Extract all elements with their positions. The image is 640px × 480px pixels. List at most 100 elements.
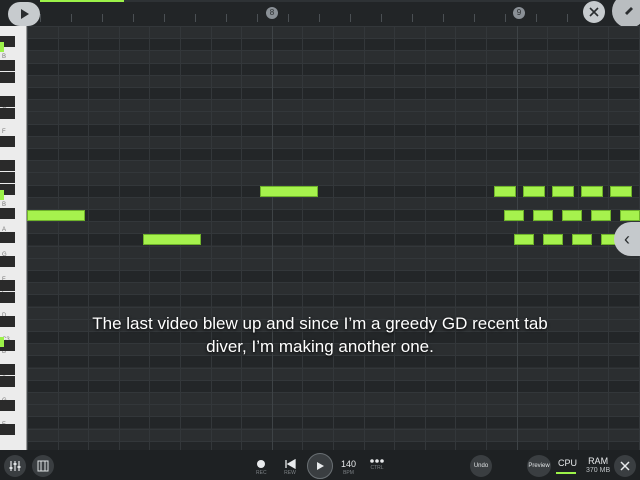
caption-line-2: diver, I’m making another one. [206,337,434,356]
black-key[interactable] [0,60,15,71]
piano-settings-button[interactable] [32,455,54,477]
record-button[interactable]: REC [256,459,267,476]
ram-value: 370 MB [586,467,611,474]
black-key[interactable] [0,208,15,219]
octave-marker [0,190,4,200]
ruler-tick [381,14,382,22]
song-progress-fill [40,0,124,2]
note-block[interactable] [533,210,553,221]
black-key[interactable] [0,72,15,83]
transport-play-button[interactable] [307,453,333,479]
black-key[interactable] [0,376,15,387]
ruler-tick [164,14,165,22]
piano-roll-grid[interactable] [27,26,640,450]
black-key[interactable] [0,280,15,291]
black-key[interactable] [0,256,15,267]
note-block[interactable] [620,210,640,221]
tempo-unit: BPM [343,470,354,476]
ruler-tick [133,14,134,22]
timeline-marker-9[interactable]: 9 [513,7,525,19]
note-block[interactable] [610,186,632,197]
record-dot-icon [257,460,266,468]
ruler-tick [288,14,289,22]
black-key[interactable] [0,364,15,375]
rewind-label: REW [284,470,296,476]
grid-column-line [211,26,212,450]
grid-column-line [333,26,334,450]
note-block[interactable] [514,234,534,245]
note-block[interactable] [552,186,574,197]
octave-marker [0,337,4,347]
note-block[interactable] [591,210,611,221]
more-button[interactable]: CTRL [369,458,385,471]
grid-column-line [302,26,303,450]
ruler-tick [505,14,506,22]
black-key[interactable] [0,400,15,411]
black-key[interactable] [0,424,15,435]
video-caption: The last video blew up and since I’m a g… [60,312,580,358]
tempo-value: 140 [341,459,357,469]
black-key[interactable] [0,96,15,107]
cpu-meter [556,472,576,474]
piano-keyboard[interactable]: C5BAGFEDC4BAGFEDC3BAGF [0,26,27,450]
close-piano-roll-button[interactable] [583,1,605,23]
ctrl-label: CTRL [370,465,384,471]
grid-column-line [272,26,273,450]
side-panel-handle[interactable]: ‹ [614,222,640,256]
note-block[interactable] [543,234,563,245]
octave-marker [0,42,4,52]
skip-back-icon [285,459,296,469]
ruler-tick [102,14,103,22]
black-key[interactable] [0,172,15,183]
note-block[interactable] [523,186,545,197]
ruler-tick [71,14,72,22]
grid-column-line [455,26,456,450]
caption-line-1: The last video blew up and since I’m a g… [92,314,548,333]
note-block[interactable] [581,186,603,197]
ruler-tick [474,14,475,22]
song-progress-track [40,0,600,2]
record-label: REC [256,470,267,476]
grid-column-line [394,26,395,450]
black-key[interactable] [0,292,15,303]
note-block[interactable] [562,210,582,221]
grid-column-line [27,26,28,450]
close-icon [589,7,599,17]
note-block[interactable] [572,234,592,245]
note-block[interactable] [27,210,85,221]
note-block[interactable] [260,186,318,197]
preview-button[interactable]: Preview [527,455,551,477]
grid-column-line [88,26,89,450]
note-block[interactable] [504,210,524,221]
black-key[interactable] [0,160,15,171]
grid-column-line [119,26,120,450]
ruler-tick [257,14,258,22]
ruler-tick [412,14,413,22]
note-block[interactable] [494,186,516,197]
rewind-button[interactable]: REW [284,459,296,476]
ruler-tick [350,14,351,22]
play-button[interactable] [8,2,40,26]
close-bottom-button[interactable] [614,455,636,477]
close-icon [620,461,630,471]
grid-column-line [241,26,242,450]
more-dots-icon [370,459,384,463]
timeline-marker-8[interactable]: 8 [266,7,278,19]
ram-meter: RAM 370 MB [586,457,610,475]
black-key[interactable] [0,108,15,119]
tempo-display[interactable]: 140 BPM [341,459,356,476]
note-block[interactable] [143,234,201,245]
grid-column-line [486,26,487,450]
top-toolbar: 8 9 [0,0,640,26]
black-key[interactable] [0,316,15,327]
key-label: F [2,129,6,135]
mixer-button[interactable] [4,455,26,477]
black-key[interactable] [0,136,15,147]
undo-button[interactable]: Undo [470,455,492,477]
grid-column-line [425,26,426,450]
chevron-left-icon: ‹ [624,228,630,249]
black-key[interactable] [0,232,15,243]
ruler-tick [319,14,320,22]
grid-column-line [58,26,59,450]
cpu-label: CPU [558,458,578,468]
